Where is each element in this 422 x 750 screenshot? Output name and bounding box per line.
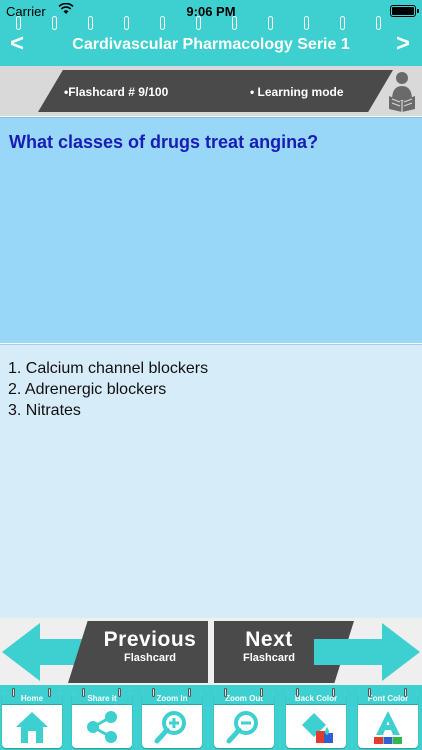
ring-icon	[404, 688, 407, 697]
page-title: Cardivascular Pharmacology Serie 1	[72, 36, 350, 53]
ring-icon	[260, 688, 263, 697]
back-color-label: Back Color	[286, 692, 346, 705]
flashcard-counter: •Flashcard # 9/100	[64, 85, 169, 99]
ring-icon	[52, 16, 57, 30]
learning-mode-label: • Learning mode	[250, 85, 344, 99]
previous-label: Previous	[103, 628, 197, 651]
zoom-in-label: Zoom In	[142, 692, 202, 705]
question-panel: What classes of drugs treat angina?	[0, 117, 422, 343]
answer-panel: 1. Calcium channel blockers 2. Adrenergi…	[0, 344, 422, 618]
title-bar: < Cardivascular Pharmacology Serie 1 >	[0, 16, 422, 66]
tool-card: Font Color	[358, 692, 418, 748]
answer-line: 1. Calcium channel blockers	[8, 360, 209, 377]
answer-list: 1. Calcium channel blockers 2. Adrenergi…	[8, 358, 208, 421]
right-arrow-icon[interactable]	[312, 621, 422, 683]
bottom-toolbar: Home Share it Zoom In Zoom Out Back Colo…	[0, 685, 422, 750]
ring-icon	[160, 16, 165, 30]
ring-icon	[232, 16, 237, 30]
font-color-button[interactable]: Font Color	[356, 688, 420, 748]
share-icon	[87, 711, 117, 743]
font-color-icon	[374, 711, 402, 744]
back-color-button[interactable]: Back Color	[284, 688, 348, 748]
ring-icon	[118, 688, 121, 697]
tool-card: Zoom In	[142, 692, 202, 748]
home-button[interactable]: Home	[0, 688, 64, 748]
share-label: Share it	[72, 692, 132, 705]
font-color-label: Font Color	[358, 692, 418, 705]
ring-icon	[188, 688, 191, 697]
ring-icon	[16, 16, 21, 30]
previous-flashcard-button[interactable]: Previous Flashcard	[68, 621, 208, 683]
ring-icon	[82, 688, 85, 697]
flashcard-navigation: Previous Flashcard Next Flashcard	[0, 618, 422, 685]
zoom-out-button[interactable]: Zoom Out	[212, 688, 276, 748]
ring-icon	[196, 16, 201, 30]
info-bar: •Flashcard # 9/100 • Learning mode	[0, 66, 422, 116]
ring-icon	[340, 16, 345, 30]
ring-icon	[368, 688, 371, 697]
ring-icon	[332, 688, 335, 697]
binder-rings	[0, 16, 422, 32]
reader-icon	[386, 70, 418, 112]
tool-card: Back Color	[286, 692, 346, 748]
tool-card: Home	[2, 692, 62, 748]
share-button[interactable]: Share it	[70, 688, 134, 748]
tool-card: Zoom Out	[214, 692, 274, 748]
question-text: What classes of drugs treat angina?	[9, 132, 319, 152]
ring-icon	[124, 16, 129, 30]
prev-series-button[interactable]: <	[10, 30, 24, 58]
ring-icon	[296, 688, 299, 697]
home-icon	[16, 712, 48, 743]
home-label: Home	[2, 692, 62, 705]
ring-icon	[376, 16, 381, 30]
tool-card: Share it	[72, 692, 132, 748]
zoom-out-label: Zoom Out	[214, 692, 274, 705]
ring-icon	[224, 688, 227, 697]
answer-line: 2. Adrenergic blockers	[8, 381, 167, 398]
zoom-in-button[interactable]: Zoom In	[140, 688, 204, 748]
ring-icon	[12, 688, 15, 697]
back-color-icon	[302, 713, 333, 743]
next-series-button[interactable]: >	[396, 30, 410, 58]
ring-icon	[88, 16, 93, 30]
ring-icon	[48, 688, 51, 697]
zoom-out-icon	[226, 711, 258, 744]
answer-line: 3. Nitrates	[8, 402, 81, 419]
ring-icon	[152, 688, 155, 697]
ring-icon	[268, 16, 273, 30]
zoom-in-icon	[154, 711, 186, 744]
previous-sublabel: Flashcard	[124, 652, 176, 664]
ring-icon	[304, 16, 309, 30]
